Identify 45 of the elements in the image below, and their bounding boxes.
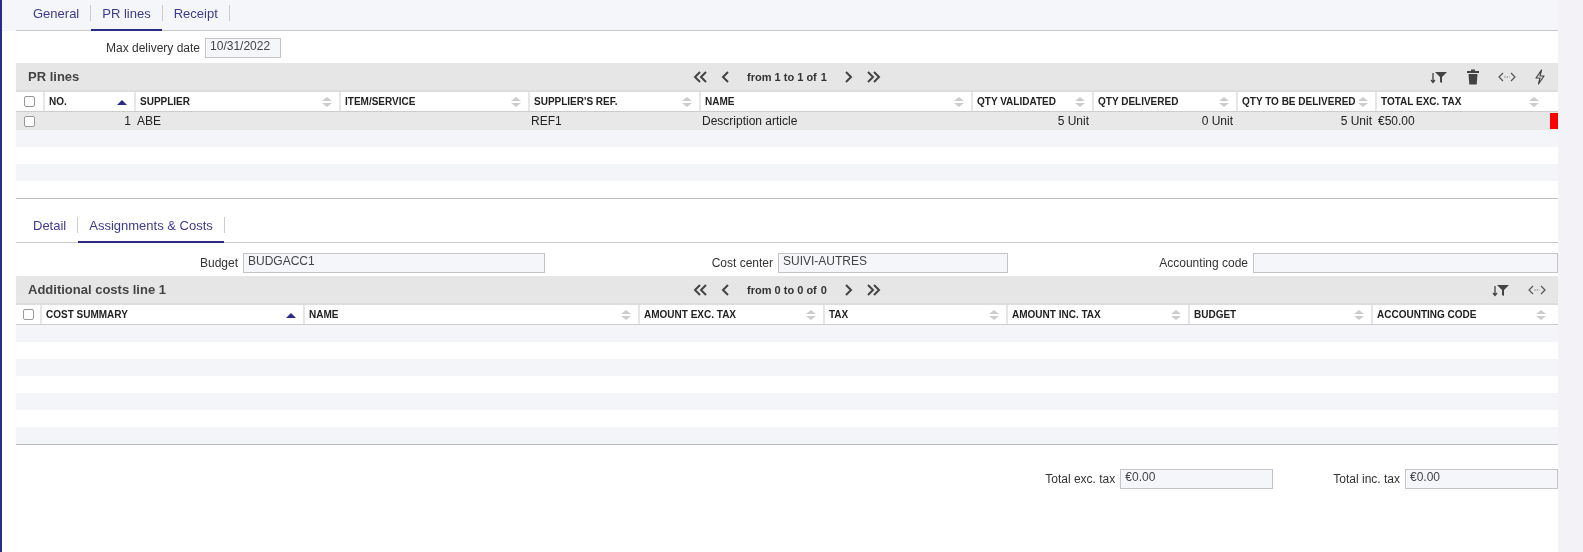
pager-text: from 0 to 0 of: [747, 283, 817, 296]
input-field[interactable]: SUIVI-AUTRES: [778, 253, 1008, 273]
tab[interactable]: General: [22, 6, 91, 31]
table-cell-text: 5 Unit: [1339, 113, 1373, 130]
field-label: Total exc. tax: [1045, 472, 1116, 486]
table-cell-text: Description article: [701, 113, 799, 130]
table-cell-text: €50.00: [1377, 113, 1416, 130]
tab[interactable]: Detail: [22, 218, 78, 243]
lightning-icon[interactable]: [1534, 68, 1546, 85]
field-label: Cost center: [711, 256, 773, 270]
grid-title: PR lines: [27, 69, 81, 84]
pager-total: 0: [820, 283, 827, 296]
double-chevron-icon: [692, 282, 709, 297]
table-row[interactable]: 1 ABE REF1 Description article 5 Unit 0 Unit 5 Unit €50.00: [16, 112, 1558, 130]
grid-title: Additional costs line 1: [27, 282, 167, 297]
expand-columns-icon[interactable]: [1498, 71, 1516, 82]
select-all-checkbox[interactable]: [24, 96, 35, 107]
input-field[interactable]: €0.00: [1405, 469, 1558, 489]
field-label: Total inc. tax: [1333, 472, 1400, 486]
tab[interactable]: Receipt: [162, 6, 229, 31]
tab[interactable]: PR lines: [91, 6, 162, 31]
double-chevron-icon: [865, 69, 882, 84]
field-label: Accounting code: [1159, 256, 1248, 270]
expand-columns-icon[interactable]: [1528, 284, 1546, 295]
pager-text: from 1 to 1 of: [747, 70, 817, 83]
filter-sort-icon[interactable]: [1492, 282, 1510, 297]
input-field[interactable]: €0.00: [1120, 469, 1274, 489]
select-all-checkbox[interactable]: [22, 309, 34, 320]
field-label: Max delivery date: [106, 41, 201, 55]
double-chevron-icon: [692, 69, 709, 84]
table-cell-text: 5 Unit: [1056, 113, 1090, 130]
input-field[interactable]: 10/31/2022: [205, 38, 282, 58]
table-cell-text: 1: [123, 113, 132, 130]
delete-icon[interactable]: [1466, 68, 1480, 85]
field-label: Budget: [199, 256, 238, 270]
input-field[interactable]: [1253, 253, 1558, 273]
table-cell-text: 0 Unit: [1200, 113, 1234, 130]
table-cell-text: ABE: [136, 113, 162, 130]
pager-total: 1: [820, 70, 827, 83]
filter-sort-icon[interactable]: [1430, 69, 1448, 84]
double-chevron-icon: [865, 282, 882, 297]
table-cell-text: REF1: [530, 113, 563, 130]
tab[interactable]: Assignments & Costs: [78, 218, 224, 243]
input-field[interactable]: BUDGACC1: [243, 253, 545, 273]
row-checkbox[interactable]: [24, 115, 35, 127]
